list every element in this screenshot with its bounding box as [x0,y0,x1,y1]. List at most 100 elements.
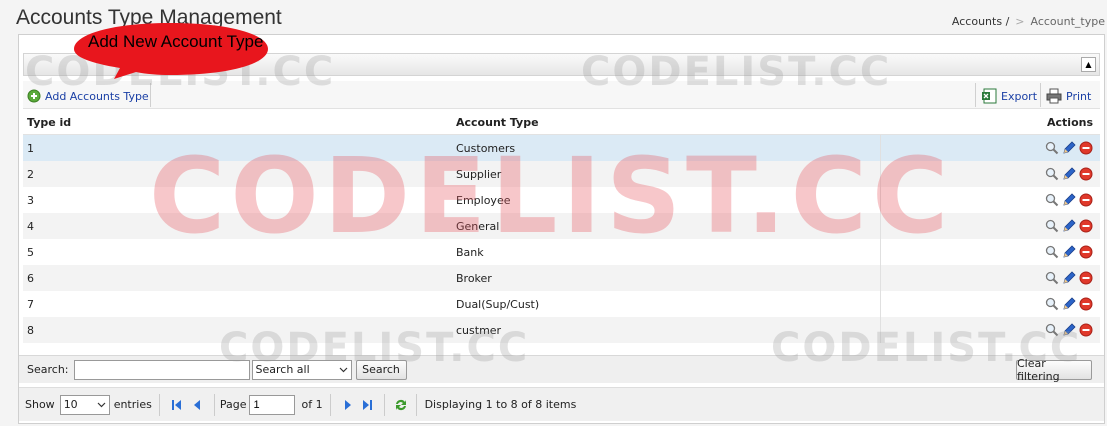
pager-divider [158,393,160,416]
actions-cell [880,213,1100,239]
breadcrumb-parent[interactable]: Accounts / [952,15,1009,28]
delete-circle-icon[interactable] [1079,297,1093,311]
table-row[interactable]: 3 Employee [23,187,1100,213]
magnifier-icon[interactable] [1045,193,1059,207]
previous-page-icon[interactable] [192,399,202,411]
export-button[interactable]: Export [981,87,1037,105]
page-count-label: of 1 [301,398,323,411]
account-type-cell: custmer [456,323,502,337]
table-row[interactable]: 7 Dual(Sup/Cust) [23,291,1100,317]
toolbar-divider [150,83,151,107]
magnifier-icon[interactable] [1045,245,1059,259]
search-button[interactable]: Search [355,359,407,380]
first-page-icon[interactable] [171,399,183,411]
pencil-icon[interactable] [1062,219,1076,233]
pencil-icon[interactable] [1062,141,1076,155]
grid-body: 1 Customers 2 Supplier 3 Employee 4 General 5 Ban… [23,135,1100,343]
search-bar: Search: Search all Search Clear filterin… [19,355,1104,383]
magnifier-icon[interactable] [1045,297,1059,311]
add-circle-icon [27,89,41,103]
accounts-type-panel: ▲ Add Accounts Type Export Print Type id [18,34,1105,424]
show-label: Show [25,398,55,411]
print-button[interactable]: Print [1046,87,1091,105]
account-type-cell: Bank [456,245,484,259]
page-size-value: 10 [63,398,78,411]
type-id-cell: 5 [27,245,34,259]
search-scope-select[interactable]: Search all [251,359,352,380]
delete-circle-icon[interactable] [1079,141,1093,155]
delete-circle-icon[interactable] [1079,219,1093,233]
column-header-actions: Actions [880,111,1100,134]
pencil-icon[interactable] [1062,297,1076,311]
table-row[interactable]: 8 custmer [23,317,1100,343]
page-number-input[interactable] [249,394,296,415]
pager-divider [383,393,385,416]
refresh-icon[interactable] [393,397,409,413]
magnifier-icon[interactable] [1045,167,1059,181]
delete-circle-icon[interactable] [1079,271,1093,285]
delete-circle-icon[interactable] [1079,193,1093,207]
printer-icon [1046,88,1062,104]
actions-cell [880,239,1100,265]
table-row[interactable]: 4 General [23,213,1100,239]
breadcrumb: Accounts / > Account_type [952,15,1105,28]
grid-header: Type id Account Type Actions [23,111,1100,135]
type-id-cell: 3 [27,193,34,207]
breadcrumb-current: Account_type [1030,15,1106,28]
actions-cell [880,317,1100,343]
table-row[interactable]: 1 Customers [23,135,1100,161]
grid-toolbar: Add Accounts Type Export Print [23,81,1100,109]
type-id-cell: 1 [27,141,34,155]
pencil-icon[interactable] [1062,245,1076,259]
excel-icon [982,88,997,104]
page-size-select[interactable]: 10 [59,394,110,415]
search-scope-value: Search all [255,363,310,376]
search-input[interactable] [73,359,250,380]
magnifier-icon[interactable] [1045,219,1059,233]
account-type-cell: Dual(Sup/Cust) [456,297,540,311]
magnifier-icon[interactable] [1045,271,1059,285]
column-header-type-id[interactable]: Type id [23,116,453,129]
pencil-icon[interactable] [1062,323,1076,337]
actions-cell [880,161,1100,187]
chevron-down-icon [339,367,347,372]
toolbar-divider [1040,83,1041,107]
type-id-cell: 7 [27,297,34,311]
account-type-cell: Employee [456,193,511,207]
actions-header-label: Actions [1047,116,1093,129]
magnifier-icon[interactable] [1045,141,1059,155]
print-label: Print [1066,89,1092,103]
pager-divider [329,393,331,416]
last-page-icon[interactable] [361,399,373,411]
delete-circle-icon[interactable] [1079,245,1093,259]
table-row[interactable]: 2 Supplier [23,161,1100,187]
entries-label: entries [113,398,152,411]
collapse-button[interactable]: ▲ [1081,57,1096,72]
export-label: Export [1001,89,1038,103]
search-label: Search: [27,363,69,376]
pagination-status: Displaying 1 to 8 of 8 items [424,398,577,411]
pagination-bar: Show 10 entries Page of 1 Displaying 1 t… [19,387,1104,421]
callout-text: Add New Account Type [88,32,264,51]
chevron-down-icon [97,402,106,407]
column-header-account-type[interactable]: Account Type [453,116,880,129]
table-row[interactable]: 5 Bank [23,239,1100,265]
pencil-icon[interactable] [1062,193,1076,207]
clear-filtering-button[interactable]: Clear filtering [1016,357,1092,383]
add-accounts-type-button[interactable]: Add Accounts Type [27,87,149,105]
delete-circle-icon[interactable] [1079,323,1093,337]
magnifier-icon[interactable] [1045,323,1059,337]
page: Accounts Type Management Accounts / > Acco… [0,0,1107,426]
pager-divider [213,393,215,416]
table-row[interactable]: 6 Broker [23,265,1100,291]
account-type-cell: Customers [456,141,516,155]
account-type-cell: General [456,219,500,233]
type-id-cell: 4 [27,219,34,233]
actions-cell [880,291,1100,317]
actions-cell [880,187,1100,213]
delete-circle-icon[interactable] [1079,167,1093,181]
next-page-icon[interactable] [343,399,353,411]
actions-cell [880,265,1100,291]
pencil-icon[interactable] [1062,167,1076,181]
pencil-icon[interactable] [1062,271,1076,285]
